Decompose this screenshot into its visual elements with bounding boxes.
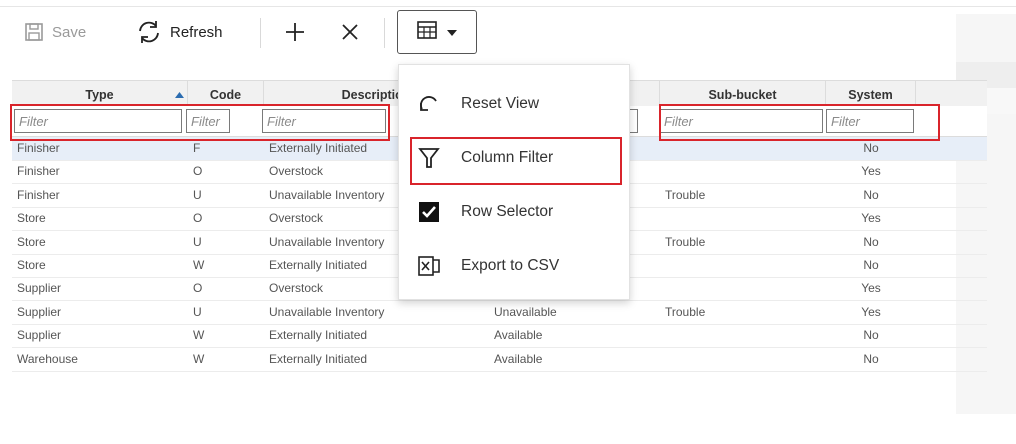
cell-code: W	[193, 351, 205, 366]
toolbar-separator	[384, 18, 385, 48]
cell-code: U	[193, 304, 202, 319]
cell-type: Store	[17, 258, 46, 272]
cell-type: Finisher	[17, 187, 60, 202]
cell-sub-bucket: Trouble	[665, 304, 706, 319]
refresh-icon	[136, 19, 162, 45]
table-row[interactable]: Warehouse W Externally Initiated Available N…	[12, 348, 987, 372]
refresh-label: Refresh	[170, 23, 223, 41]
cell-system: Yes	[861, 281, 881, 296]
close-icon	[341, 23, 359, 41]
cell-type: Store	[17, 234, 46, 249]
caret-down-icon	[447, 23, 457, 41]
menu-label-reset-view: Reset View	[461, 95, 540, 112]
highlight-box-column-filter	[410, 137, 622, 185]
cell-status: Unavailable	[494, 304, 557, 319]
cell-sub-bucket	[665, 160, 815, 183]
cell-sub-bucket	[665, 348, 815, 371]
cell-type: Finisher	[17, 164, 60, 179]
cell-code: U	[193, 187, 202, 202]
menu-label-row-selector: Row Selector	[461, 203, 554, 220]
cell-code: W	[193, 258, 205, 272]
top-divider	[0, 0, 1016, 7]
cell-type: Supplier	[17, 304, 62, 319]
table-row[interactable]: Supplier U Unavailable Inventory Unavailabl…	[12, 301, 987, 325]
cell-sub-bucket	[665, 277, 815, 300]
table-grid-icon	[417, 20, 437, 44]
cell-status: Available	[494, 351, 543, 366]
cell-type: Supplier	[17, 281, 62, 296]
cell-sub-bucket: Trouble	[665, 234, 706, 249]
cell-status: Available	[494, 328, 543, 343]
cell-type: Supplier	[17, 328, 62, 343]
cell-description: Unavailable Inventory	[269, 304, 385, 319]
table-row[interactable]: Supplier W Externally Initiated Available No	[12, 324, 987, 349]
refresh-button[interactable]: Refresh	[136, 12, 223, 52]
cell-description: Externally Initiated	[269, 328, 368, 343]
menu-item-reset-view[interactable]: Reset View	[399, 79, 631, 129]
toolbar: Save Refresh	[0, 8, 1016, 58]
cell-type: Store	[17, 211, 46, 226]
cell-system: Yes	[861, 164, 881, 179]
cell-code: O	[193, 211, 203, 226]
toolbar-separator	[260, 18, 261, 48]
menu-item-row-selector[interactable]: Row Selector	[399, 187, 631, 237]
cell-description: Externally Initiated	[269, 351, 368, 366]
cell-system: Yes	[861, 304, 881, 319]
cell-sub-bucket	[665, 207, 815, 230]
cell-sub-bucket	[665, 324, 815, 347]
plus-icon	[284, 21, 306, 43]
undo-icon	[417, 92, 441, 116]
menu-item-export-csv[interactable]: Export to CSV	[399, 241, 631, 291]
cell-system: No	[863, 328, 879, 343]
cell-type: Warehouse	[17, 351, 78, 366]
cell-system: No	[863, 234, 879, 249]
save-button[interactable]: Save	[24, 12, 86, 52]
cell-code: W	[193, 328, 205, 343]
cell-code: O	[193, 164, 203, 179]
cell-system: No	[863, 258, 879, 272]
menu-label-export-csv: Export to CSV	[461, 257, 560, 274]
add-button[interactable]	[284, 12, 306, 52]
cell-system: No	[863, 351, 879, 366]
cell-code: U	[193, 234, 202, 249]
cell-code: O	[193, 281, 203, 296]
delete-button[interactable]	[341, 12, 359, 52]
export-csv-icon	[417, 254, 441, 278]
cell-system: Yes	[861, 211, 881, 226]
highlight-box-filters-right	[659, 104, 940, 141]
save-label: Save	[52, 23, 87, 41]
sort-ascending-icon[interactable]	[175, 85, 184, 103]
cell-sub-bucket: Trouble	[665, 187, 706, 202]
save-icon	[24, 22, 44, 42]
cell-system: No	[863, 187, 879, 202]
view-menu-button[interactable]	[397, 10, 477, 54]
highlight-box-filters-left	[10, 104, 390, 141]
cell-sub-bucket	[665, 254, 815, 277]
checkbox-icon	[417, 200, 441, 224]
